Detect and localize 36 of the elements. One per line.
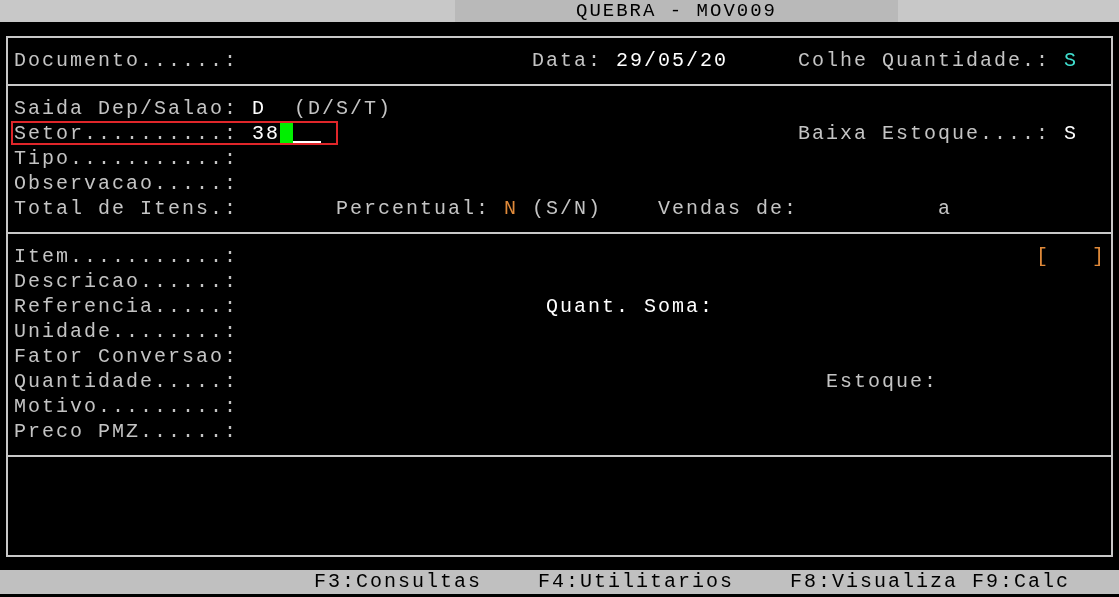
option-value: N xyxy=(504,196,519,221)
option-value: [ ] xyxy=(1036,244,1107,269)
field-label: Documento......: xyxy=(14,48,240,73)
field-label: Setor..........: xyxy=(14,121,240,146)
field-label: (S/N) xyxy=(532,196,603,221)
field-label: Preco PMZ......: xyxy=(14,419,240,444)
field-label: Percentual: xyxy=(336,196,492,221)
field-label: Observacao.....: xyxy=(14,171,240,196)
field-label: Tipo...........: xyxy=(14,146,240,171)
field-label: Descricao......: xyxy=(14,269,240,294)
field-label: Quantidade.....: xyxy=(14,369,240,394)
field-label: Vendas de: xyxy=(658,196,800,221)
function-key-hint[interactable]: F8:Visualiza xyxy=(790,570,972,594)
field-label: Unidade........: xyxy=(14,319,240,344)
function-key-hint[interactable]: F3:Consultas xyxy=(314,570,496,594)
field-label: Fator Conversao: xyxy=(14,344,240,369)
function-key-hint[interactable]: F9:Calc xyxy=(972,570,1084,594)
window-title: QUEBRA - MOV009 xyxy=(455,0,898,22)
field-value: Quant. Soma: xyxy=(546,294,716,319)
field-label: Item...........: xyxy=(14,244,240,269)
field-label: (D/S/T) xyxy=(294,96,393,121)
field-value: D xyxy=(252,96,267,121)
field-value: S xyxy=(1064,121,1079,146)
field-label: a xyxy=(938,196,953,221)
field-label: Motivo.........: xyxy=(14,394,240,419)
field-label: Total de Itens.: xyxy=(14,196,240,221)
field-label: Saida Dep/Salao: xyxy=(14,96,240,121)
field-label: Data: xyxy=(532,48,603,73)
field-label: Estoque: xyxy=(826,369,939,394)
field-label: Colhe Quantidade.: xyxy=(798,48,1052,73)
field-label: Baixa Estoque....: xyxy=(798,121,1052,146)
input-field[interactable]: 38 xyxy=(252,121,336,146)
field-value: 29/05/20 xyxy=(616,48,729,73)
field-value: S xyxy=(1064,48,1079,73)
field-label: Referencia.....: xyxy=(14,294,240,319)
function-key-hint[interactable]: F4:Utilitarios xyxy=(538,570,748,594)
